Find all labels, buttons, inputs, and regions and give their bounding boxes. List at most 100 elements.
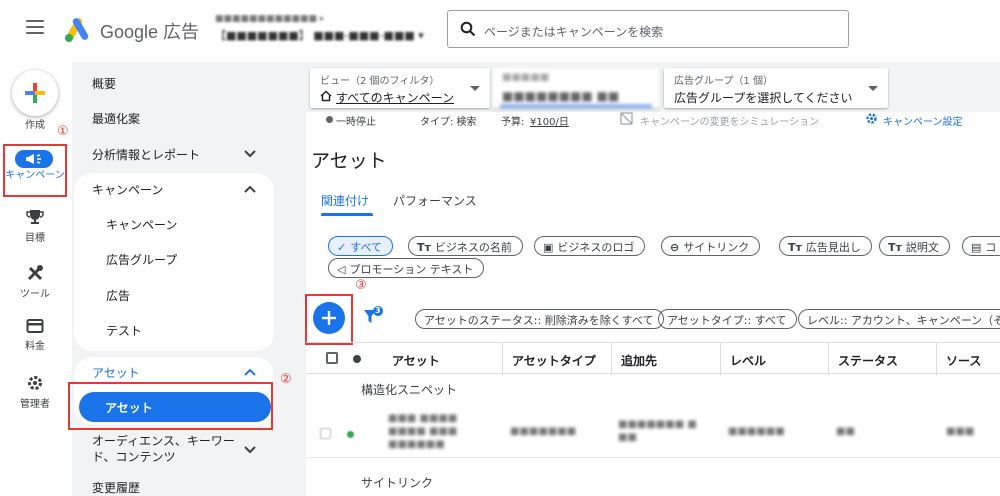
nav-assets-header[interactable]: アセット — [92, 364, 140, 381]
filter-chip-level[interactable]: レベル:: アカウント、キャンペーン（その — [798, 309, 1000, 329]
link-icon: ⊖ — [670, 241, 680, 254]
col-asset[interactable]: アセット — [392, 352, 440, 369]
nav-audiences-line1: オーディエンス、キーワー — [92, 434, 235, 448]
create-button[interactable] — [12, 70, 58, 116]
col-level[interactable]: レベル — [730, 352, 766, 369]
annotation-1: ① — [57, 124, 69, 139]
rail-billing[interactable]: 料金 — [0, 318, 70, 352]
campaign-dropdown[interactable]: ■■■■■ ■■■■■■■■ ■■ — [492, 68, 660, 108]
filter-chip-type[interactable]: アセットタイプ:: すべて — [658, 309, 798, 329]
filter-icon — [364, 306, 383, 323]
app-title: Google 広告 — [100, 22, 200, 42]
row-added-blurred: ■■■■■■■ ■ ■■ — [618, 419, 697, 443]
trophy-icon — [26, 210, 44, 224]
view-label: ビュー（2 個のフィルタ） — [320, 76, 440, 87]
annotation-box-1 — [3, 144, 67, 197]
chip-description[interactable]: Tт 説明文 — [879, 236, 950, 256]
text-icon: Tт — [788, 241, 802, 254]
nav-campaigns[interactable]: キャンペーン — [106, 216, 177, 233]
table-header: アセット アセットタイプ 追加先 レベル ステータス ソース — [306, 342, 1000, 375]
chip-business-name[interactable]: Tт ビジネスの名前 — [408, 236, 523, 256]
budget-label: 予算: — [501, 117, 525, 128]
chip-overflow-label: コ — [985, 241, 997, 254]
chip-business-logo-label: ビジネスのロゴ — [557, 241, 635, 254]
gear-icon — [866, 113, 877, 124]
chevron-down-icon[interactable] — [244, 446, 256, 454]
row-source-blurred: ■■■ — [946, 426, 975, 437]
chip-promotion[interactable]: ◁ プロモーション テキスト — [328, 258, 485, 278]
tab-association[interactable]: 関連付け — [321, 192, 369, 209]
chip-headline-label: 広告見出し — [805, 241, 861, 254]
annotation-box-2 — [68, 382, 273, 430]
chip-overflow[interactable]: ▤ コ — [962, 236, 1000, 256]
megaphone-icon: ◁ — [337, 263, 346, 276]
home-icon — [320, 90, 332, 102]
chip-headline[interactable]: Tт 広告見出し — [779, 236, 872, 256]
top-bar: Google 広告 ■■■■■■■■■■■■ ▸ 【■■■■■■■】 ■■■-■… — [0, 0, 1000, 62]
table-row[interactable]: ■■■ ■■■■ ■■■■ ■■■ ■■■■■■ ■■■■■■■ ■■■■■■■ ■… — [306, 406, 1000, 458]
annotation-box-3 — [305, 294, 353, 345]
chip-business-logo[interactable]: ▣ ビジネスのロゴ — [534, 236, 646, 256]
nav-ads[interactable]: 広告 — [106, 287, 130, 304]
budget-value[interactable]: ¥100/日 — [530, 113, 569, 128]
rail-admin[interactable]: 管理者 — [0, 374, 70, 410]
nav-adgroups[interactable]: 広告グループ — [106, 251, 177, 268]
rail-goals[interactable]: 目標 — [0, 208, 70, 244]
plus-icon — [25, 83, 45, 103]
filter-button[interactable]: 3 — [363, 306, 385, 328]
simulate-icon — [620, 112, 633, 125]
annotation-3: ③ — [355, 278, 367, 293]
campaign-settings-link[interactable]: キャンペーン設定 — [883, 113, 963, 128]
rail-tools-label: ツール — [20, 289, 50, 300]
filter-chip-status[interactable]: アセットのステータス:: 削除済みを除くすべて — [415, 309, 665, 329]
annotation-2: ② — [280, 372, 292, 387]
nav-overview[interactable]: 概要 — [92, 75, 116, 92]
chevron-up-icon[interactable] — [244, 185, 256, 193]
filter-bar: ビュー（2 個のフィルタ） すべてのキャンペーン ■■■■■ ■■■■■■■■ … — [306, 62, 1000, 112]
rail-tools[interactable]: ツール — [0, 264, 70, 300]
text-icon: Tт — [888, 241, 902, 254]
nav-campaigns-header[interactable]: キャンペーン — [92, 181, 163, 198]
col-asset-type[interactable]: アセットタイプ — [512, 352, 596, 369]
tab-bar: 関連付け パフォーマンス — [306, 186, 1000, 216]
row-level-blurred: ■■■■■■ — [728, 426, 785, 437]
campaign-type: タイプ: 検索 — [420, 117, 477, 128]
search-icon — [460, 21, 476, 37]
section-structured-snippet: 構造化スニペット — [361, 383, 458, 397]
chevron-down-icon[interactable] — [244, 150, 256, 158]
nav-history[interactable]: 変更履歴 — [92, 479, 140, 496]
gear-icon — [28, 376, 42, 390]
col-status[interactable]: ステータス — [838, 352, 898, 369]
document-icon: ▤ — [971, 241, 982, 254]
account-selector[interactable]: ■■■■■■■■■■■■ ▸ 【■■■■■■■】 ■■■-■■■-■■■ ▾ — [215, 14, 435, 48]
tab-performance[interactable]: パフォーマンス — [393, 192, 477, 209]
chevron-up-icon[interactable] — [244, 368, 256, 376]
menu-icon[interactable] — [26, 20, 44, 36]
col-source[interactable]: ソース — [946, 352, 981, 369]
adgroup-dropdown[interactable]: 広告グループ（1 個） 広告グループを選択してください — [664, 68, 888, 108]
view-dropdown[interactable]: ビュー（2 個のフィルタ） すべてのキャンペーン — [310, 68, 490, 108]
search-box[interactable]: ページまたはキャンペーンを検索 — [447, 10, 849, 48]
col-added-to[interactable]: 追加先 — [621, 352, 657, 369]
adgroup-label: 広告グループ（1 個） — [674, 76, 773, 87]
nav-recommendations[interactable]: 最適化案 — [92, 110, 140, 127]
chip-sitelink-label: サイトリンク — [683, 241, 750, 254]
row-status-blurred: ■■ — [836, 426, 855, 437]
view-value: すべてのキャンペーン — [336, 91, 455, 105]
nav-test[interactable]: テスト — [106, 322, 142, 339]
row-type-blurred: ■■■■■■■ — [510, 426, 577, 437]
row-status-dot — [347, 431, 354, 438]
chip-all[interactable]: ✓ すべて — [328, 236, 394, 256]
status-dot-icon — [353, 355, 361, 363]
chip-sitelink[interactable]: ⊖ サイトリンク — [661, 236, 761, 256]
text-icon: Tт — [417, 241, 431, 254]
chip-promotion-label: プロモーション テキスト — [349, 263, 474, 276]
select-all-checkbox[interactable] — [326, 352, 338, 364]
nav-audiences[interactable]: オーディエンス、キーワー ド、コンテンツ — [92, 433, 235, 465]
nav-insights[interactable]: 分析情報とレポート — [92, 146, 200, 163]
page-title: アセット — [311, 150, 387, 172]
nav-panel: 概要 最適化案 分析情報とレポート キャンペーン キャンペーン 広告グループ 広… — [72, 62, 306, 496]
status-bar: 一時停止 タイプ: 検索 予算: ¥100/日 キャンペーンの変更をシミュレーシ… — [306, 112, 1000, 132]
filter-count: 3 — [375, 306, 381, 315]
row-checkbox[interactable] — [320, 428, 331, 439]
